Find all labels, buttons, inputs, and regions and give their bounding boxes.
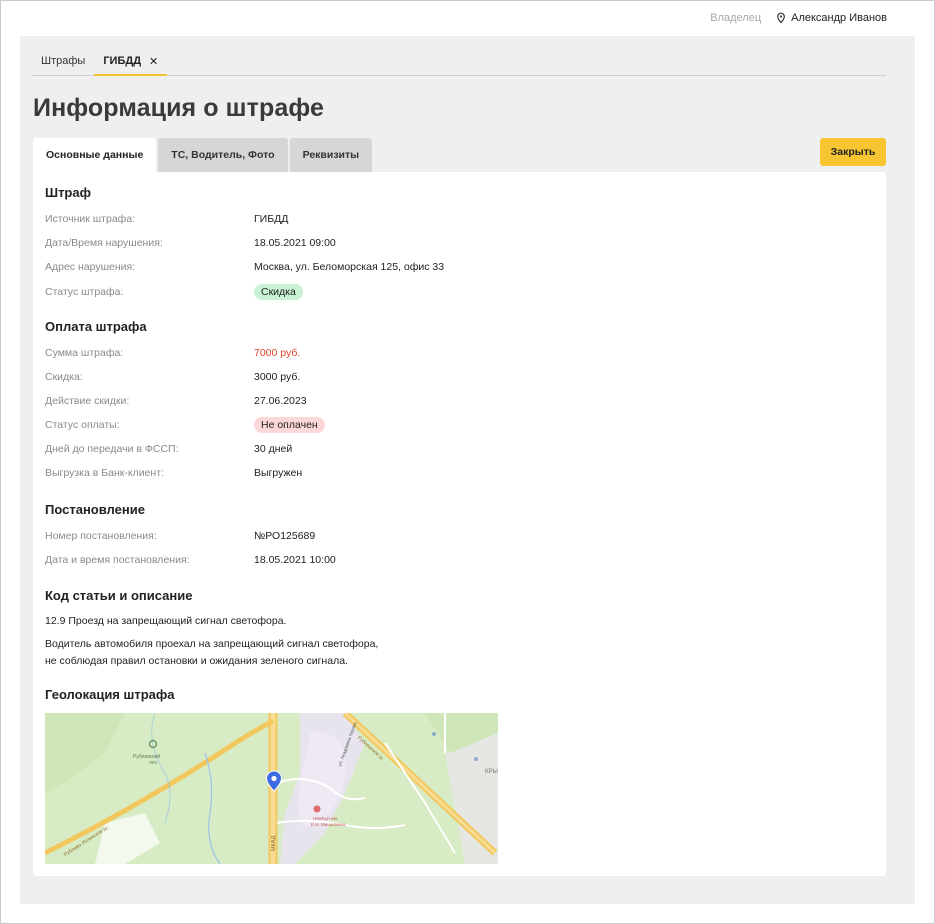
field-value: 18.05.2021 09:00 (254, 237, 336, 249)
field-label: Дней до передачи в ФССП: (45, 443, 179, 455)
field-label: Дата/Время нарушения: (45, 237, 163, 249)
article-code-line: 12.9 Проезд на запрещающий сигнал светоф… (45, 615, 287, 627)
field-value: 30 дней (254, 443, 293, 455)
field-row: Дата и время постановления: 18.05.2021 1… (45, 552, 336, 568)
tab-fines-label: Штрафы (41, 55, 86, 67)
field-label: Статус штрафа: (45, 286, 124, 298)
tab-gibdd-label: ГИБДД (103, 55, 142, 67)
map-label-mkad: МКАД (271, 835, 277, 851)
field-row: Дата/Время нарушения: 18.05.2021 09:00 (45, 235, 336, 251)
map-label-hospital2: Е.Н. Мешалкина (311, 822, 346, 827)
content-panel: Штрафы ГИБДД ✕ Информация о штрафе Основ… (20, 36, 915, 904)
field-label: Адрес нарушения: (45, 261, 136, 273)
field-row: Сумма штрафа: 7000 руб. (45, 345, 300, 361)
section-article-title: Код статьи и описание (45, 588, 193, 603)
field-label: Сумма штрафа: (45, 347, 124, 359)
field-row: Действие скидки: 27.06.2023 (45, 393, 307, 409)
info-card: Штраф Источник штрафа: ГИБДД Дата/Время … (33, 172, 886, 876)
field-label: Скидка: (45, 371, 83, 383)
field-label: Выгрузка в Банк-клиент: (45, 467, 164, 479)
location-map[interactable]: Рублевский лес МКАД Рублевское ш. Рублев… (45, 713, 498, 864)
owner-label: Владелец (710, 12, 762, 24)
field-value: 18.05.2021 10:00 (254, 554, 336, 566)
field-row: Выгрузка в Банк-клиент: Выгружен (45, 465, 302, 481)
fine-status-badge: Скидка (254, 284, 303, 300)
field-value: 27.06.2023 (254, 395, 307, 407)
field-label: Дата и время постановления: (45, 554, 190, 566)
map-label-kr: КРЫ (485, 769, 498, 775)
field-row: Статус штрафа: Скидка (45, 284, 303, 300)
field-value: ГИБДД (254, 213, 289, 225)
tab-vehicle-driver-photo[interactable]: ТС, Водитель, Фото (158, 138, 288, 172)
field-value: Москва, ул. Беломорская 125, офис 33 (254, 261, 445, 273)
field-label: Номер постановления: (45, 530, 157, 542)
field-value: №РО125689 (254, 530, 316, 542)
sub-tabs: Основные данные ТС, Водитель, Фото Рекви… (33, 138, 373, 172)
field-label: Источник штрафа: (45, 213, 136, 225)
section-payment-title: Оплата штрафа (45, 319, 147, 334)
tab-fines[interactable]: Штрафы (32, 51, 94, 75)
field-row: Статус оплаты: Не оплачен (45, 417, 325, 433)
close-tab-icon[interactable]: ✕ (149, 55, 158, 68)
close-button[interactable]: Закрыть (820, 138, 886, 166)
section-geo-title: Геолокация штрафа (45, 687, 175, 702)
location-pin-icon (777, 12, 786, 24)
map-label-forest2: лес (149, 760, 158, 766)
tab-gibdd[interactable]: ГИБДД ✕ (94, 51, 168, 76)
field-row: Скидка: 3000 руб. (45, 369, 300, 385)
field-row: Дней до передачи в ФССП: 30 дней (45, 441, 292, 457)
tab-requisites[interactable]: Реквизиты (289, 138, 373, 172)
article-desc-line-1: Водитель автомобиля проехал на запрещающ… (45, 638, 379, 650)
top-tabs: Штрафы ГИБДД ✕ (32, 51, 886, 76)
fine-sum-value: 7000 руб. (254, 347, 301, 359)
field-row: Источник штрафа: ГИБДД (45, 211, 288, 227)
page-title: Информация о штрафе (33, 94, 324, 122)
tab-main-data[interactable]: Основные данные (33, 138, 157, 172)
field-label: Статус оплаты: (45, 419, 120, 431)
field-value: Выгружен (254, 467, 303, 479)
map-label-hospital: НМИЦН им. (313, 816, 338, 821)
map-pin-icon[interactable] (265, 770, 283, 792)
top-bar: Владелец Александр Иванов (710, 10, 887, 26)
user-menu[interactable]: Александр Иванов (775, 12, 887, 24)
article-desc-line-2: не соблюдая правил остановки и ожидания … (45, 655, 348, 667)
section-fine-title: Штраф (45, 185, 91, 200)
field-value: 3000 руб. (254, 371, 301, 383)
field-label: Действие скидки: (45, 395, 130, 407)
payment-status-badge: Не оплачен (254, 417, 325, 433)
user-name: Александр Иванов (791, 12, 887, 24)
field-row: Номер постановления: №РО125689 (45, 528, 315, 544)
section-resolution-title: Постановление (45, 502, 145, 517)
field-row: Адрес нарушения: Москва, ул. Беломорская… (45, 259, 444, 275)
